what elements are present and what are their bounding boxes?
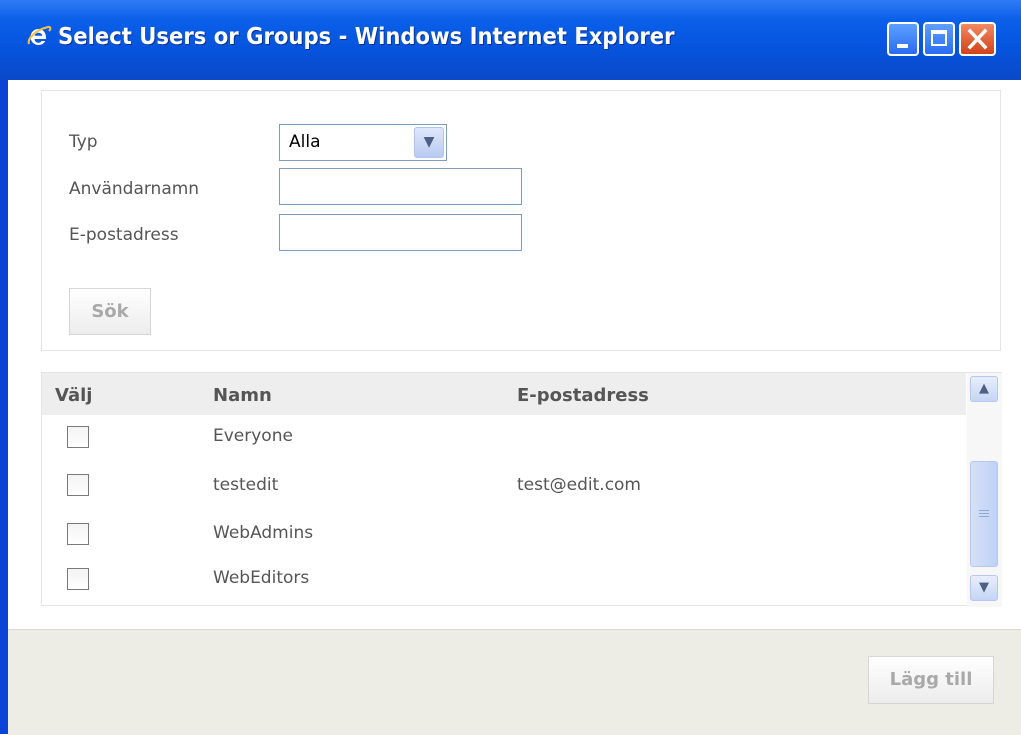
results-panel: Välj Namn E-postadress Everyone testedit… bbox=[41, 372, 1002, 607]
column-header-name[interactable]: Namn bbox=[213, 385, 272, 406]
row-name: WebEditors bbox=[213, 568, 310, 588]
row-name: WebAdmins bbox=[213, 523, 314, 543]
scrollbar-thumb[interactable] bbox=[970, 461, 998, 567]
row-name: testedit bbox=[213, 475, 279, 495]
column-header-select[interactable]: Välj bbox=[55, 385, 92, 406]
scroll-down-button[interactable]: ▼ bbox=[970, 575, 998, 601]
column-header-email[interactable]: E-postadress bbox=[517, 385, 649, 406]
table-row: WebAdmins bbox=[42, 513, 966, 562]
results-header: Välj Namn E-postadress bbox=[42, 373, 966, 415]
username-label: Användarnamn bbox=[69, 179, 200, 199]
search-button[interactable]: Sök bbox=[69, 288, 151, 335]
row-checkbox[interactable] bbox=[67, 568, 89, 590]
dialog-content: Typ Alla ▼ Användarnamn E-postadress Sök… bbox=[8, 80, 1021, 735]
type-select[interactable]: Alla ▼ bbox=[279, 124, 447, 161]
table-row: Everyone bbox=[42, 415, 966, 464]
close-button[interactable] bbox=[959, 22, 996, 56]
title-bar[interactable]: Select Users or Groups - Windows Interne… bbox=[0, 0, 1021, 80]
minimize-icon bbox=[897, 44, 908, 48]
scroll-up-button[interactable]: ▲ bbox=[970, 376, 998, 402]
dialog-footer: Lägg till bbox=[8, 629, 1021, 735]
vertical-scrollbar[interactable]: ▲ ▼ bbox=[967, 373, 1002, 607]
username-input[interactable] bbox=[279, 168, 522, 205]
email-input[interactable] bbox=[279, 214, 522, 251]
chevron-up-icon: ▲ bbox=[979, 381, 989, 396]
chevron-down-icon: ▼ bbox=[979, 580, 989, 595]
chevron-down-icon[interactable]: ▼ bbox=[414, 127, 444, 158]
row-email: test@edit.com bbox=[517, 475, 641, 495]
close-icon bbox=[967, 28, 988, 50]
type-label: Typ bbox=[69, 132, 98, 152]
internet-explorer-icon bbox=[27, 25, 52, 45]
minimize-button[interactable] bbox=[887, 22, 919, 56]
row-checkbox[interactable] bbox=[67, 474, 89, 496]
row-name: Everyone bbox=[213, 426, 293, 446]
add-button[interactable]: Lägg till bbox=[868, 656, 994, 704]
type-select-value: Alla bbox=[289, 132, 321, 152]
browser-window: Select Users or Groups - Windows Interne… bbox=[0, 0, 1021, 735]
row-checkbox[interactable] bbox=[67, 426, 89, 448]
email-label: E-postadress bbox=[69, 225, 179, 245]
table-row: testedit test@edit.com bbox=[42, 464, 966, 513]
window-title: Select Users or Groups - Windows Interne… bbox=[58, 24, 675, 50]
search-panel: Typ Alla ▼ Användarnamn E-postadress Sök bbox=[41, 90, 1001, 351]
row-checkbox[interactable] bbox=[67, 523, 89, 545]
maximize-button[interactable] bbox=[923, 22, 955, 56]
table-row: WebEditors bbox=[42, 562, 966, 611]
maximize-icon bbox=[931, 30, 947, 46]
